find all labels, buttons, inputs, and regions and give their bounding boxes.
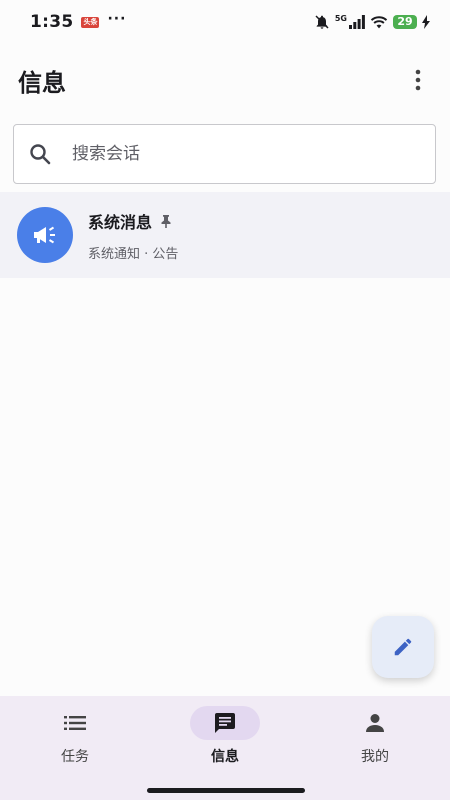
nav-item-profile[interactable]: 我的 bbox=[315, 696, 435, 800]
more-notifications-indicator: ··· bbox=[107, 11, 127, 27]
more-vertical-icon bbox=[415, 69, 421, 91]
message-icon bbox=[215, 713, 235, 733]
charging-icon bbox=[422, 15, 430, 29]
search-input[interactable] bbox=[70, 143, 394, 165]
home-indicator[interactable] bbox=[147, 788, 305, 793]
conversation-text: 系统消息 系统通知 · 公告 bbox=[88, 209, 178, 262]
battery-level: 29 bbox=[393, 15, 417, 29]
conversation-title-row: 系统消息 bbox=[88, 209, 178, 233]
wifi-icon bbox=[370, 16, 388, 29]
search-icon bbox=[26, 140, 54, 168]
app-notification-badge: 头条 bbox=[81, 16, 100, 28]
status-bar-left: 1:35 头条 ··· bbox=[30, 11, 127, 32]
conversation-title: 系统消息 bbox=[88, 212, 153, 232]
pin-icon bbox=[161, 214, 171, 228]
search-bar[interactable] bbox=[13, 124, 436, 184]
person-icon bbox=[366, 714, 384, 732]
nav-item-messages[interactable]: 信息 bbox=[165, 696, 285, 800]
app-bar: 信息 bbox=[0, 48, 450, 112]
status-bar: 1:35 头条 ··· 5G 29 bbox=[0, 0, 450, 44]
status-bar-right: 5G 29 bbox=[314, 14, 430, 30]
status-time: 1:35 bbox=[30, 12, 74, 32]
nav-label: 信息 bbox=[211, 749, 239, 765]
nav-label: 我的 bbox=[361, 749, 389, 765]
more-options-button[interactable] bbox=[400, 62, 436, 98]
avatar bbox=[17, 207, 73, 263]
conversation-subtitle: 系统通知 · 公告 bbox=[88, 246, 179, 262]
megaphone-icon bbox=[34, 226, 55, 244]
conversation-item-system-messages[interactable]: 系统消息 系统通知 · 公告 bbox=[0, 192, 450, 278]
bottom-navigation: 任务 信息 我的 bbox=[0, 696, 450, 800]
nav-icon-container bbox=[340, 706, 410, 740]
page-title: 信息 bbox=[18, 68, 66, 97]
nav-item-tasks[interactable]: 任务 bbox=[15, 696, 135, 800]
nav-label: 任务 bbox=[61, 749, 89, 765]
compose-button[interactable] bbox=[372, 616, 434, 678]
nav-icon-container bbox=[190, 706, 260, 740]
pencil-icon bbox=[394, 638, 412, 656]
network-type: 5G bbox=[334, 13, 347, 23]
nav-icon-container bbox=[40, 706, 110, 740]
signal-icon bbox=[349, 15, 365, 29]
mute-bell-icon bbox=[315, 15, 329, 29]
list-icon bbox=[64, 716, 86, 730]
